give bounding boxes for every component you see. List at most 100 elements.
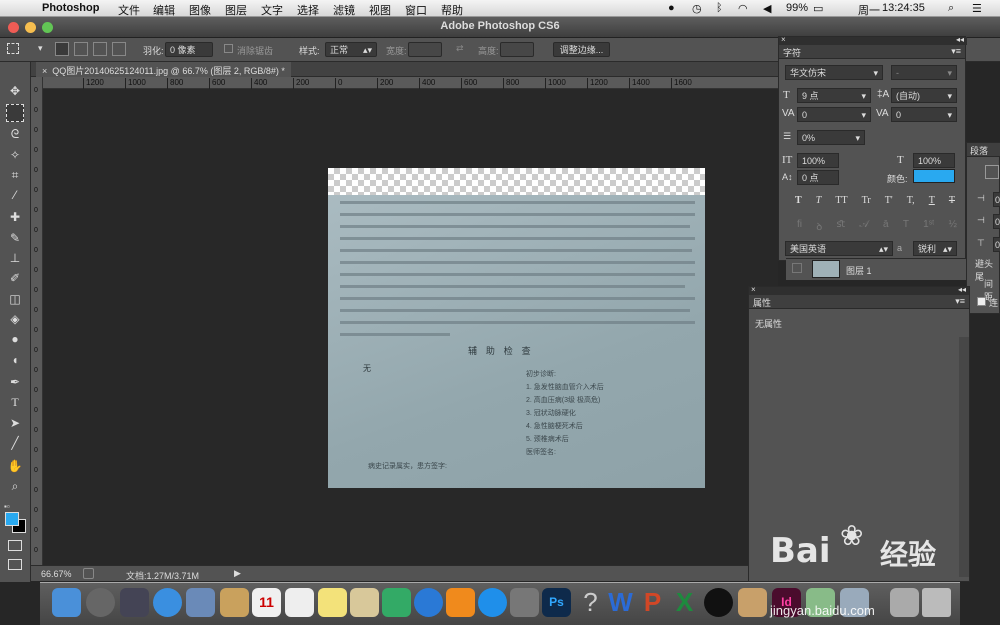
type-tool-icon[interactable]: T bbox=[6, 393, 24, 411]
notes-icon[interactable] bbox=[285, 588, 314, 617]
menu-type[interactable]: 文字 bbox=[261, 2, 283, 18]
align-left-icon[interactable] bbox=[985, 165, 999, 179]
opentype-alt-icon[interactable]: 𝒜 bbox=[859, 219, 868, 233]
text-color-swatch[interactable] bbox=[913, 169, 955, 183]
foreground-color-swatch[interactable] bbox=[5, 512, 19, 526]
add-selection-icon[interactable] bbox=[74, 42, 88, 56]
underline-button[interactable]: T bbox=[929, 195, 935, 206]
photoshop-icon[interactable]: Ps bbox=[542, 588, 571, 617]
subtract-selection-icon[interactable] bbox=[93, 42, 107, 56]
clock-time[interactable]: 13:24:35 bbox=[882, 2, 925, 14]
clock-day[interactable]: 周一 bbox=[858, 2, 880, 18]
opentype-aa-icon[interactable]: ā bbox=[883, 219, 889, 233]
launchpad-icon[interactable] bbox=[86, 588, 115, 617]
new-selection-icon[interactable] bbox=[55, 42, 69, 56]
history-brush-icon[interactable]: ✐ bbox=[6, 269, 24, 287]
menu-file[interactable]: 文件 bbox=[118, 2, 140, 18]
app-menu[interactable]: Photoshop bbox=[42, 2, 99, 14]
volume-icon[interactable]: ◀ bbox=[763, 2, 771, 15]
marquee-tool-icon[interactable] bbox=[6, 104, 24, 122]
marquee-preset-icon[interactable] bbox=[7, 43, 19, 54]
lasso-tool-icon[interactable]: ᘓ bbox=[6, 125, 24, 143]
itunes-icon[interactable] bbox=[414, 588, 443, 617]
bluetooth-icon[interactable]: ᛒ bbox=[716, 2, 723, 14]
character-panel-header[interactable]: 字符 ▾≡ bbox=[779, 45, 965, 59]
chevron-down-icon[interactable]: ▾ bbox=[38, 43, 43, 54]
strikethrough-button[interactable]: T bbox=[949, 195, 955, 206]
panel-collapse-strip[interactable]: × ◂◂ bbox=[779, 35, 967, 45]
menu-window[interactable]: 窗口 bbox=[405, 2, 427, 18]
intersect-selection-icon[interactable] bbox=[112, 42, 126, 56]
excel-icon[interactable]: X bbox=[670, 588, 699, 617]
collapse-icon[interactable]: ◂◂ bbox=[958, 285, 966, 294]
style-select[interactable]: 正常 ▴▾ bbox=[325, 42, 377, 57]
layer-visibility-icon[interactable] bbox=[792, 263, 802, 273]
document-image[interactable]: 辅 助 检 查 无 初步诊断: 1. 急发性脑血管介入术后 2. 高血压病(3级… bbox=[328, 168, 705, 488]
feather-input[interactable]: 0 像素 bbox=[165, 42, 213, 57]
status-menu-arrow-icon[interactable]: ▶ bbox=[234, 568, 241, 579]
move-tool-icon[interactable]: ✥ bbox=[6, 82, 24, 100]
stickies-icon[interactable] bbox=[318, 588, 347, 617]
battery-icon[interactable]: ▭ bbox=[813, 2, 823, 15]
antialias-checkbox[interactable] bbox=[224, 44, 233, 53]
quick-mask-icon[interactable] bbox=[8, 540, 22, 551]
opentype-st-icon[interactable]: ﬆ bbox=[836, 219, 845, 233]
baseline-shift-input[interactable]: 0 点 bbox=[797, 170, 839, 185]
height-input[interactable] bbox=[500, 42, 534, 57]
close-icon[interactable]: × bbox=[781, 35, 786, 44]
font-size-select[interactable]: 9 点 ▾ bbox=[797, 88, 871, 103]
document-tab[interactable]: × QQ图片20140625124011.jpg @ 66.7% (图层 2, R… bbox=[36, 62, 291, 77]
font-family-select[interactable]: 华文仿宋 ▾ bbox=[785, 65, 883, 80]
wifi-icon[interactable]: ◠ bbox=[738, 2, 748, 15]
menu-image[interactable]: 图像 bbox=[189, 2, 211, 18]
tracking-select[interactable]: 0 ▾ bbox=[891, 107, 957, 122]
properties-panel-header[interactable]: 属性 ▾≡ bbox=[749, 295, 969, 309]
swap-icon[interactable]: ⇄ bbox=[456, 43, 464, 54]
panel-collapse-strip[interactable]: × ◂◂ bbox=[749, 285, 969, 295]
faux-bold-button[interactable]: T bbox=[795, 195, 802, 206]
close-icon[interactable]: × bbox=[751, 285, 756, 294]
healing-brush-icon[interactable]: ✚ bbox=[6, 208, 24, 226]
hand-tool-icon[interactable]: ✋ bbox=[6, 457, 24, 475]
clone-stamp-icon[interactable]: ⊥ bbox=[6, 249, 24, 267]
first-line-indent-input[interactable]: 0 bbox=[993, 214, 1000, 229]
safari-icon[interactable] bbox=[153, 588, 182, 617]
qq-icon[interactable] bbox=[704, 588, 733, 617]
calendar-icon[interactable]: 11 bbox=[252, 588, 281, 617]
superscript-button[interactable]: T' bbox=[885, 195, 893, 206]
subscript-button[interactable]: T, bbox=[907, 195, 915, 206]
share-icon[interactable] bbox=[83, 568, 94, 579]
refine-edge-button[interactable]: 调整边缘... bbox=[553, 42, 610, 57]
path-selection-icon[interactable]: ➤ bbox=[6, 414, 24, 432]
font-style-select[interactable]: - ▾ bbox=[891, 65, 957, 80]
line-tool-icon[interactable]: ╱ bbox=[6, 434, 24, 452]
powerpoint-icon[interactable]: P bbox=[638, 588, 667, 617]
mail-icon[interactable] bbox=[186, 588, 215, 617]
panel-menu-icon[interactable]: ▾≡ bbox=[951, 46, 961, 57]
brush-tool-icon[interactable]: ✎ bbox=[6, 229, 24, 247]
app-store-icon[interactable] bbox=[478, 588, 507, 617]
screen-mode-icon[interactable] bbox=[8, 559, 22, 570]
layer-row[interactable]: 图层 1 bbox=[786, 258, 966, 280]
notification-icon[interactable]: ☰ bbox=[972, 2, 982, 15]
dodge-tool-icon[interactable]: ◖ bbox=[6, 351, 24, 369]
small-caps-button[interactable]: Tr bbox=[862, 195, 871, 206]
width-input[interactable] bbox=[408, 42, 442, 57]
iphoto-icon[interactable] bbox=[382, 588, 411, 617]
leading-select[interactable]: (自动) ▾ bbox=[891, 88, 957, 103]
help-icon[interactable]: ? bbox=[576, 588, 605, 617]
zoom-tool-icon[interactable]: ⌕ bbox=[6, 477, 24, 495]
collapse-icon[interactable]: ◂◂ bbox=[956, 35, 964, 44]
menu-help[interactable]: 帮助 bbox=[441, 2, 463, 18]
menu-filter[interactable]: 滤镜 bbox=[333, 2, 355, 18]
indent-left-input[interactable]: 0 bbox=[993, 192, 1000, 207]
vertical-scale-input[interactable]: 100% bbox=[797, 153, 839, 168]
faux-italic-button[interactable]: T bbox=[816, 195, 822, 206]
system-preferences-icon[interactable] bbox=[510, 588, 539, 617]
opentype-1st-icon[interactable]: 1ˢᵗ bbox=[923, 219, 934, 233]
contacts-icon[interactable] bbox=[220, 588, 249, 617]
menu-layer[interactable]: 图层 bbox=[225, 2, 247, 18]
paint-bucket-icon[interactable]: ◈ bbox=[6, 310, 24, 328]
ibooks-icon[interactable] bbox=[446, 588, 475, 617]
language-select[interactable]: 美国英语 ▴▾ bbox=[785, 241, 893, 256]
